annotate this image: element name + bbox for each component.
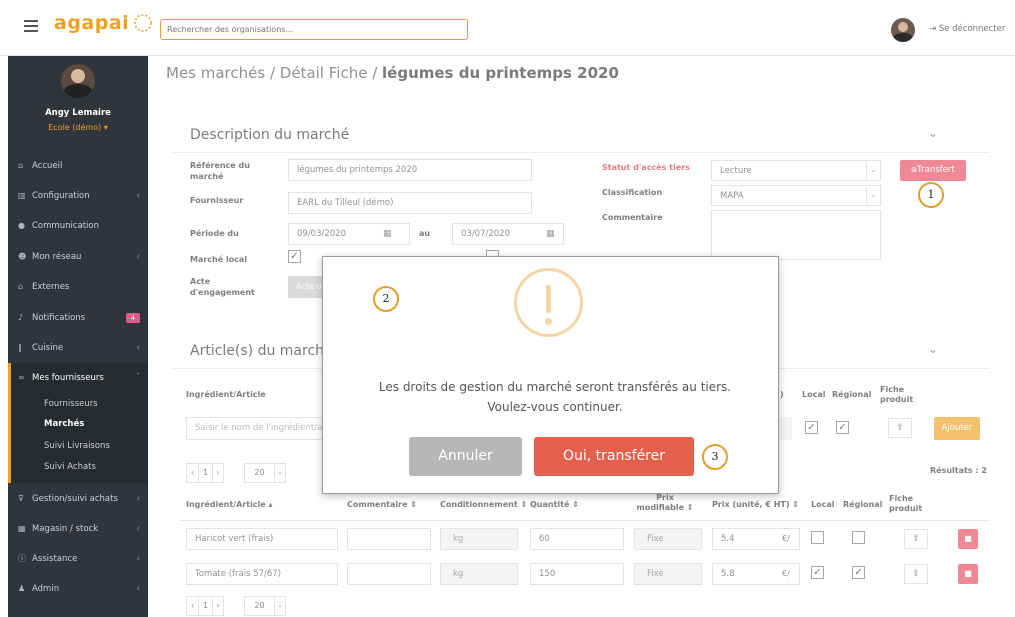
modal-message: Les droits de gestion du marché seront t…	[378, 380, 732, 414]
user-org[interactable]: Ecole (démo) ▾	[8, 123, 148, 132]
sidebar-item-admin[interactable]: ♟ Admin ‹	[8, 574, 148, 604]
callout-marker: 1	[918, 182, 944, 208]
search-input[interactable]	[160, 19, 468, 40]
notification-badge: 4	[126, 313, 140, 323]
home-icon: ⌂	[18, 282, 24, 291]
cart-icon: ⊽	[18, 494, 24, 503]
sidebar-subitem-suivi-achats[interactable]: Suivi Achats	[8, 457, 148, 477]
chevron-left-icon: ‹	[136, 252, 140, 262]
home-icon: ⌂	[18, 161, 24, 170]
chevron-left-icon: ‹	[136, 584, 140, 594]
bank-icon: ▥	[18, 191, 26, 200]
sidebar-subitem-suivi-livraisons[interactable]: Suivi Livraisons	[8, 436, 148, 456]
sidebar-item-magasin[interactable]: ▦ Magasin / stock ‹	[8, 514, 148, 544]
chat-icon: ●	[18, 221, 25, 230]
callout-marker: 2	[373, 286, 399, 312]
chevron-left-icon: ‹	[136, 343, 140, 353]
chevron-down-icon: ˇ	[135, 373, 140, 383]
warning-icon	[514, 268, 583, 337]
sidebar-item-gestion-achats[interactable]: ⊽ Gestion/suivi achats ‹	[8, 484, 148, 514]
info-icon: ⓘ	[18, 554, 26, 563]
sidebar-avatar	[61, 64, 95, 98]
menu-icon[interactable]	[24, 20, 38, 32]
user-name: Angy Lemaire	[45, 108, 111, 118]
sidebar-item-accueil[interactable]: ⌂ Accueil	[8, 151, 148, 181]
user-plus-icon: ♟	[18, 584, 26, 593]
sidebar-item-externes[interactable]: ⌂ Externes	[8, 272, 148, 302]
sidebar-subitem-marches[interactable]: Marchés	[8, 414, 148, 434]
chevron-left-icon: ‹	[136, 554, 140, 564]
cutlery-icon: ‖	[18, 343, 22, 352]
cubes-icon: ▦	[18, 524, 26, 533]
logo-dots-icon	[134, 14, 152, 32]
handshake-icon: ∞	[18, 373, 25, 382]
confirm-transfer-button[interactable]: Oui, transférer	[534, 437, 694, 476]
chevron-left-icon: ‹	[136, 524, 140, 534]
logout-icon: ⇥	[929, 24, 937, 34]
callout-marker: 3	[702, 444, 728, 470]
top-bar: agapai ⇥ Se déconnecter	[0, 0, 1015, 56]
bell-icon: ♪	[18, 313, 24, 322]
chevron-left-icon: ‹	[136, 494, 140, 504]
sidebar-subitem-fournisseurs[interactable]: Fournisseurs	[8, 394, 148, 414]
sidebar-item-mes-fournisseurs[interactable]: ∞ Mes fournisseurs ˇ	[8, 363, 148, 393]
logout-link[interactable]: ⇥ Se déconnecter	[929, 24, 1005, 34]
top-avatar[interactable]	[891, 18, 915, 42]
sidebar-item-configuration[interactable]: ▥ Configuration ‹	[8, 181, 148, 211]
sidebar-item-mon-reseau[interactable]: ☻ Mon réseau ‹	[8, 242, 148, 272]
users-icon: ☻	[18, 252, 27, 261]
logo[interactable]: agapai	[54, 12, 154, 42]
sidebar-item-communication[interactable]: ● Communication	[8, 211, 148, 241]
sidebar-item-assistance[interactable]: ⓘ Assistance ‹	[8, 544, 148, 574]
chevron-left-icon: ‹	[136, 191, 140, 201]
sidebar-item-notifications[interactable]: ♪ Notifications 4	[8, 303, 148, 333]
sidebar-item-cuisine[interactable]: ‖ Cuisine ‹	[8, 333, 148, 363]
sidebar: Angy Lemaire Ecole (démo) ▾ ⌂ Accueil ▥ Co…	[8, 56, 148, 617]
cancel-button[interactable]: Annuler	[409, 437, 522, 476]
